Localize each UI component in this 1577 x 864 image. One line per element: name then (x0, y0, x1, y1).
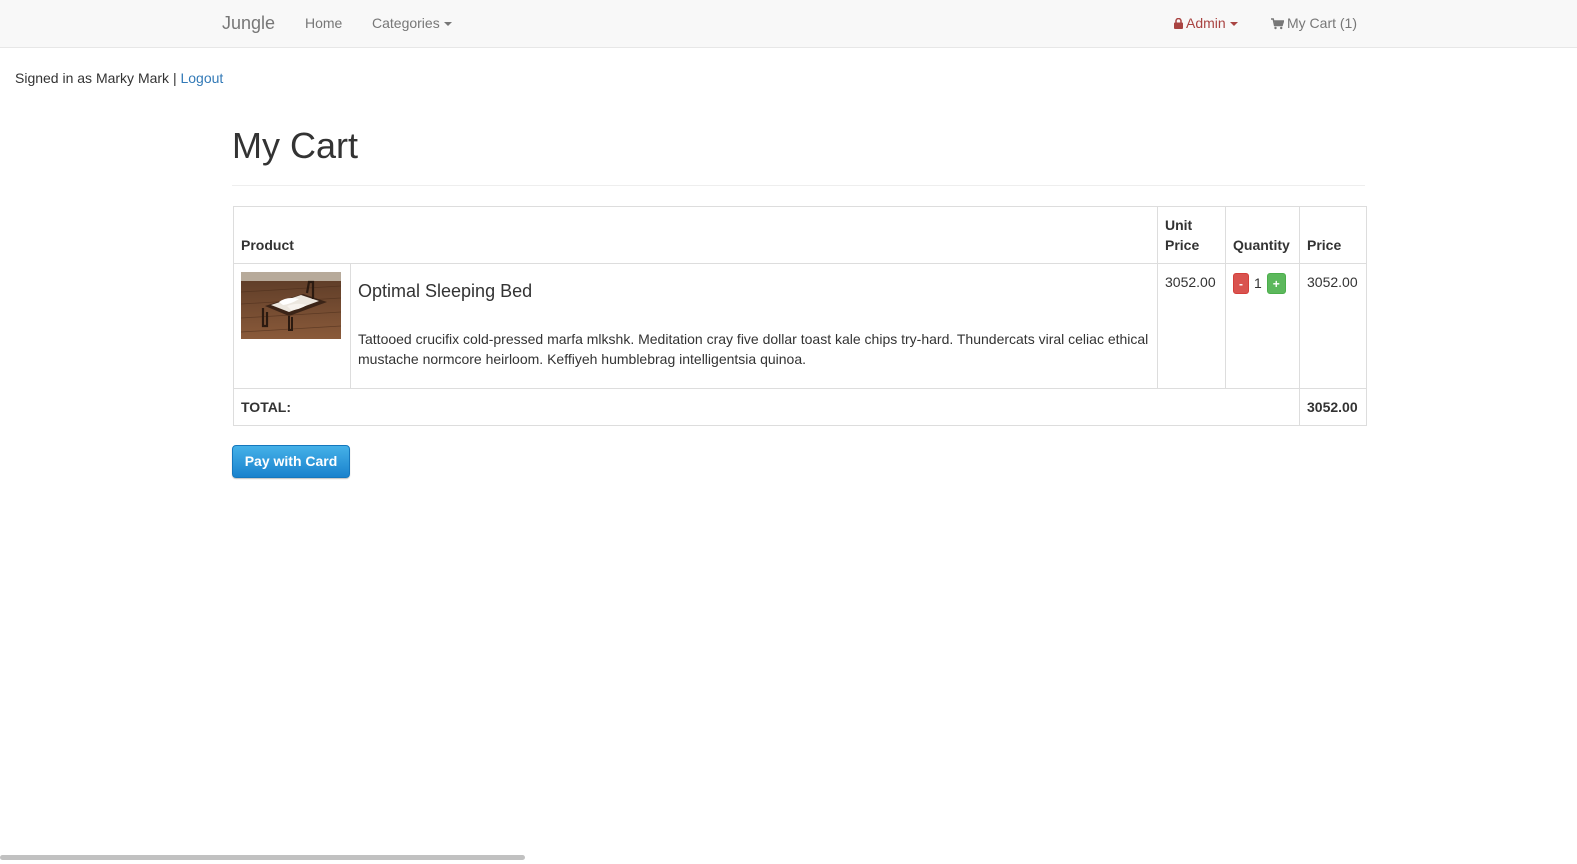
top-navbar: Jungle Home Categories Admin My Cart (1) (0, 0, 1577, 48)
decrease-quantity-button[interactable]: - (1233, 272, 1249, 294)
nav-cart-link[interactable]: My Cart (1) (1271, 14, 1357, 32)
signed-in-status: Signed in as Marky Mark | Logout (15, 69, 223, 87)
total-value: 3052.00 (1299, 388, 1367, 426)
brand-link[interactable]: Jungle (222, 12, 275, 34)
table-row: Optimal Sleeping Bed Tattooed crucifix c… (233, 263, 1367, 389)
increase-quantity-button[interactable]: + (1266, 272, 1286, 294)
nav-cart-label: My Cart (1) (1287, 15, 1357, 31)
nav-categories-label: Categories (372, 15, 440, 31)
product-info-cell: Optimal Sleeping Bed Tattooed crucifix c… (350, 263, 1158, 389)
nav-home-link[interactable]: Home (305, 14, 342, 32)
caret-down-icon (1229, 22, 1238, 27)
header-price: Price (1299, 206, 1367, 264)
header-product: Product (233, 206, 1158, 264)
lock-icon (1174, 18, 1183, 29)
page-title: My Cart (232, 125, 358, 166)
product-image-cell (233, 263, 351, 389)
total-row: TOTAL: 3052.00 (233, 388, 1367, 426)
logout-link[interactable]: Logout (180, 70, 223, 86)
nav-categories-dropdown[interactable]: Categories (372, 14, 452, 32)
cart-table: Product Unit Price Quantity Price Optima… (233, 206, 1367, 426)
horizontal-scrollbar[interactable] (0, 855, 525, 860)
price-cell: 3052.00 (1299, 263, 1367, 389)
product-description: Tattooed crucifix cold-pressed marfa mlk… (358, 331, 1149, 367)
nav-admin-dropdown[interactable]: Admin (1174, 14, 1238, 32)
title-divider (232, 185, 1365, 186)
header-quantity: Quantity (1225, 206, 1300, 264)
pay-with-card-button[interactable]: Pay with Card (232, 445, 350, 478)
shopping-cart-icon (1271, 18, 1284, 30)
product-name[interactable]: Optimal Sleeping Bed (358, 280, 1150, 302)
signed-in-text: Signed in as Marky Mark | (15, 70, 177, 86)
table-header-row: Product Unit Price Quantity Price (233, 206, 1367, 264)
bed-product-photo (241, 272, 341, 339)
quantity-value: 1 (1254, 275, 1262, 292)
unit-price-cell: 3052.00 (1157, 263, 1226, 389)
nav-admin-label: Admin (1186, 15, 1226, 31)
header-unit-price: Unit Price (1157, 206, 1226, 264)
total-label: TOTAL: (233, 388, 1300, 426)
caret-down-icon (443, 22, 452, 27)
quantity-cell: -1 + (1225, 263, 1300, 389)
